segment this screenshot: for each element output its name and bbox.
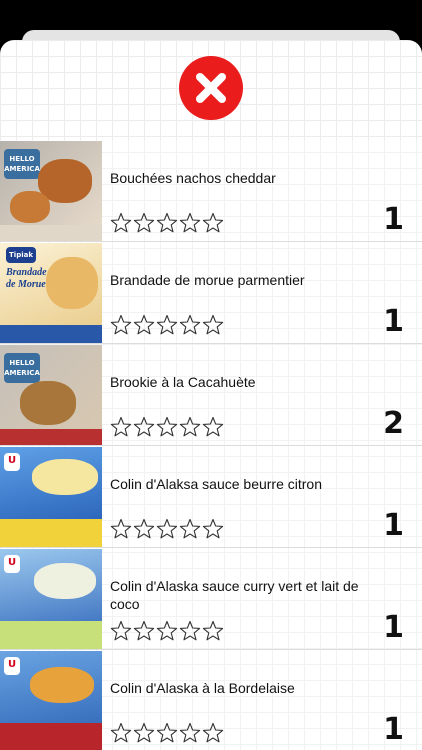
star-icon[interactable] [133, 518, 155, 540]
star-icon[interactable] [156, 416, 178, 438]
star-icon[interactable] [179, 518, 201, 540]
product-count: 1 [383, 610, 404, 645]
product-count: 1 [383, 304, 404, 339]
product-thumbnail: HELLO AMERICA [0, 141, 102, 241]
star-icon[interactable] [202, 518, 224, 540]
star-icon[interactable] [156, 518, 178, 540]
star-icon[interactable] [110, 722, 132, 744]
star-icon[interactable] [156, 722, 178, 744]
star-icon[interactable] [110, 212, 132, 234]
star-icon[interactable] [179, 620, 201, 642]
product-count: 1 [383, 202, 404, 237]
product-thumbnail: U [0, 549, 102, 649]
star-icon[interactable] [202, 314, 224, 336]
star-icon[interactable] [133, 314, 155, 336]
product-count: 1 [383, 712, 404, 747]
star-rating[interactable] [110, 722, 224, 744]
product-name: Brandade de morue parmentier [110, 272, 305, 288]
product-row[interactable]: HELLO AMERICA Brookie à la Cacahuète 2 [0, 344, 422, 446]
close-x-icon [196, 73, 226, 103]
star-icon[interactable] [133, 416, 155, 438]
star-icon[interactable] [110, 518, 132, 540]
product-name: Brookie à la Cacahuète [110, 374, 256, 390]
product-thumbnail: Tipiak Brandade de Morue [0, 243, 102, 343]
star-icon[interactable] [202, 416, 224, 438]
star-icon[interactable] [202, 212, 224, 234]
star-icon[interactable] [179, 722, 201, 744]
product-row[interactable]: U Colin d'Alaksa sauce beurre citron 1 [0, 446, 422, 548]
star-icon[interactable] [179, 416, 201, 438]
star-icon[interactable] [133, 722, 155, 744]
star-icon[interactable] [110, 314, 132, 336]
star-icon[interactable] [179, 212, 201, 234]
star-rating[interactable] [110, 416, 224, 438]
star-icon[interactable] [133, 212, 155, 234]
star-rating[interactable] [110, 212, 224, 234]
star-icon[interactable] [179, 314, 201, 336]
product-name: Colin d'Alaska sauce curry vert et lait … [110, 578, 359, 612]
product-name: Colin d'Alaksa sauce beurre citron [110, 476, 323, 492]
product-row[interactable]: HELLO AMERICA Bouchées nachos cheddar 1 [0, 140, 422, 242]
product-row[interactable]: U Colin d'Alaska à la Bordelaise 1 [0, 650, 422, 750]
star-icon[interactable] [202, 620, 224, 642]
product-thumbnail: HELLO AMERICA [0, 345, 102, 445]
star-rating[interactable] [110, 620, 224, 642]
product-name: Bouchées nachos cheddar [110, 170, 276, 186]
close-button[interactable] [179, 56, 243, 120]
star-icon[interactable] [110, 620, 132, 642]
product-sheet: HELLO AMERICA Bouchées nachos cheddar 1 T… [0, 40, 422, 750]
star-icon[interactable] [110, 416, 132, 438]
star-icon[interactable] [156, 212, 178, 234]
product-count: 2 [383, 406, 404, 441]
star-icon[interactable] [156, 620, 178, 642]
star-icon[interactable] [133, 620, 155, 642]
product-count: 1 [383, 508, 404, 543]
star-rating[interactable] [110, 314, 224, 336]
product-thumbnail: U [0, 651, 102, 750]
product-row[interactable]: U Colin d'Alaska sauce curry vert et lai… [0, 548, 422, 650]
product-thumbnail: U [0, 447, 102, 547]
product-name: Colin d'Alaska à la Bordelaise [110, 680, 295, 696]
product-row[interactable]: Tipiak Brandade de Morue Brandade de mor… [0, 242, 422, 344]
star-icon[interactable] [202, 722, 224, 744]
product-list: HELLO AMERICA Bouchées nachos cheddar 1 T… [0, 140, 422, 750]
star-rating[interactable] [110, 518, 224, 540]
star-icon[interactable] [156, 314, 178, 336]
